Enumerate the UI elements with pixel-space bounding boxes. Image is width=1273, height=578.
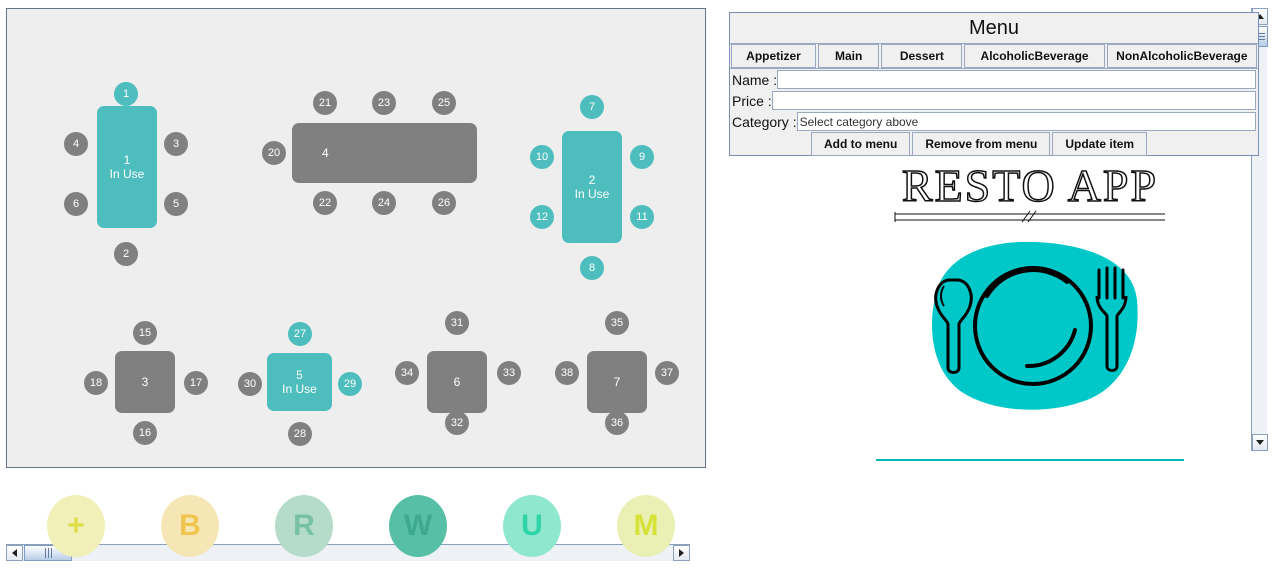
chair-1[interactable]: 1 xyxy=(114,82,138,106)
chair-2[interactable]: 2 xyxy=(114,242,138,266)
chair-22[interactable]: 22 xyxy=(313,191,337,215)
table-1[interactable]: 1 In Use xyxy=(97,106,157,228)
chair-16[interactable]: 16 xyxy=(133,421,157,445)
category-tab-appetizer[interactable]: Appetizer xyxy=(731,44,817,68)
menu-panel-title: Menu xyxy=(730,13,1258,44)
name-field-label: Name : xyxy=(732,71,778,88)
resto-app-logo: RESTO APP xyxy=(875,160,1185,223)
table-2[interactable]: 2 In Use xyxy=(562,131,622,243)
table-status: In Use xyxy=(282,382,317,396)
table-number: 4 xyxy=(322,146,329,160)
category-field[interactable]: Select category above xyxy=(796,112,1256,131)
chair-7[interactable]: 7 xyxy=(580,95,604,119)
action-button-bar: + B R W U M xyxy=(47,495,687,557)
chair-26[interactable]: 26 xyxy=(432,191,456,215)
chair-32[interactable]: 32 xyxy=(445,411,469,435)
chair-27[interactable]: 27 xyxy=(288,322,312,346)
menu-button[interactable]: M xyxy=(617,495,675,557)
chair-31[interactable]: 31 xyxy=(445,311,469,335)
category-tab-main[interactable]: Main xyxy=(818,44,880,68)
category-field-row: Category : Select category above xyxy=(730,111,1258,132)
chair-36[interactable]: 36 xyxy=(605,411,629,435)
menu-action-buttons: Add to menu Remove from menu Update item xyxy=(730,132,1258,156)
logo-wordmark: RESTO APP xyxy=(901,160,1159,211)
table-7[interactable]: 7 xyxy=(587,351,647,413)
floor-plan-canvas[interactable]: 1 4 3 6 5 2 1 In Use 21 23 25 20 22 24 26 4 7 10 9 12 11 8 2 In… xyxy=(7,9,690,451)
chair-8[interactable]: 8 xyxy=(580,256,604,280)
table-6[interactable]: 6 xyxy=(427,351,487,413)
price-field-row: Price : xyxy=(730,90,1258,111)
name-field[interactable] xyxy=(777,70,1256,89)
reserve-button[interactable]: R xyxy=(275,495,333,557)
category-tab-alcoholicbeverage[interactable]: AlcoholicBeverage xyxy=(964,44,1105,68)
table-number: 5 xyxy=(296,368,303,382)
teal-divider xyxy=(876,459,1184,461)
table-5[interactable]: 5 In Use xyxy=(267,353,332,411)
category-tab-bar: Appetizer Main Dessert AlcoholicBeverage Non… xyxy=(730,44,1258,69)
price-field[interactable] xyxy=(771,91,1256,110)
chair-35[interactable]: 35 xyxy=(605,311,629,335)
category-tab-nonalcoholicbeverage[interactable]: NonAlcoholicBeverage xyxy=(1106,44,1257,68)
chair-29[interactable]: 29 xyxy=(338,372,362,396)
chair-6[interactable]: 6 xyxy=(64,192,88,216)
scroll-down-button[interactable] xyxy=(1252,434,1268,451)
table-number: 2 xyxy=(588,173,596,187)
menu-item-form: Name : Price : Category : Select category a… xyxy=(730,69,1258,132)
remove-from-menu-button[interactable]: Remove from menu xyxy=(912,132,1051,156)
category-tab-dessert[interactable]: Dessert xyxy=(881,44,963,68)
plate-illustration xyxy=(915,238,1150,413)
chair-25[interactable]: 25 xyxy=(432,91,456,115)
chair-23[interactable]: 23 xyxy=(372,91,396,115)
category-field-label: Category : xyxy=(732,113,797,130)
update-item-button[interactable]: Update item xyxy=(1052,132,1148,156)
chair-9[interactable]: 9 xyxy=(630,145,654,169)
chair-30[interactable]: 30 xyxy=(238,372,262,396)
table-number: 7 xyxy=(613,375,621,389)
chair-3[interactable]: 3 xyxy=(164,132,188,156)
chair-5[interactable]: 5 xyxy=(164,192,188,216)
table-3[interactable]: 3 xyxy=(115,351,175,413)
user-button[interactable]: U xyxy=(503,495,561,557)
caret-down-icon xyxy=(1256,440,1264,445)
caret-left-icon xyxy=(12,549,17,557)
add-button[interactable]: + xyxy=(47,495,105,557)
chair-11[interactable]: 11 xyxy=(630,205,654,229)
table-status: In Use xyxy=(574,187,610,201)
chair-12[interactable]: 12 xyxy=(530,205,554,229)
chair-34[interactable]: 34 xyxy=(395,361,419,385)
chair-15[interactable]: 15 xyxy=(133,321,157,345)
bill-button[interactable]: B xyxy=(161,495,219,557)
chair-17[interactable]: 17 xyxy=(184,371,208,395)
chair-20[interactable]: 20 xyxy=(262,141,286,165)
add-to-menu-button[interactable]: Add to menu xyxy=(811,132,911,156)
chair-28[interactable]: 28 xyxy=(288,422,312,446)
scroll-left-button[interactable] xyxy=(6,545,23,561)
table-status: In Use xyxy=(109,167,145,181)
waiter-button[interactable]: W xyxy=(389,495,447,557)
menu-panel: Menu Appetizer Main Dessert AlcoholicBevera… xyxy=(729,12,1259,156)
chair-21[interactable]: 21 xyxy=(313,91,337,115)
chair-38[interactable]: 38 xyxy=(555,361,579,385)
table-number: 3 xyxy=(141,375,149,389)
table-number: 6 xyxy=(453,375,461,389)
chair-18[interactable]: 18 xyxy=(84,371,108,395)
chair-37[interactable]: 37 xyxy=(655,361,679,385)
restaurant-floor-panel: 1 4 3 6 5 2 1 In Use 21 23 25 20 22 24 26 4 7 10 9 12 11 8 2 In… xyxy=(6,8,706,468)
chair-4[interactable]: 4 xyxy=(64,132,88,156)
logo-divider-icon xyxy=(894,210,1165,223)
table-number: 1 xyxy=(123,153,131,167)
chair-33[interactable]: 33 xyxy=(497,361,521,385)
name-field-row: Name : xyxy=(730,69,1258,90)
chair-10[interactable]: 10 xyxy=(530,145,554,169)
price-field-label: Price : xyxy=(732,92,772,109)
chair-24[interactable]: 24 xyxy=(372,191,396,215)
table-4[interactable]: 4 xyxy=(292,123,477,183)
